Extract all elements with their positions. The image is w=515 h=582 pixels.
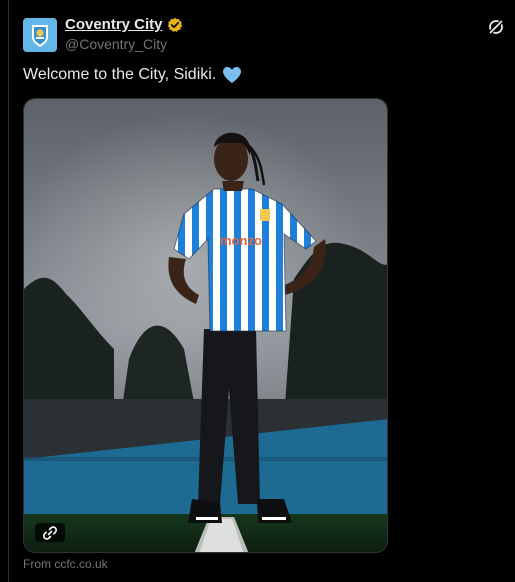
tweet-body: Welcome to the City, Sidiki.	[23, 66, 217, 83]
author-handle[interactable]: @Coventry_City	[65, 36, 167, 52]
link-source[interactable]: From ccfc.co.uk	[23, 557, 108, 571]
avatar[interactable]	[23, 18, 57, 52]
author-display-name[interactable]: Coventry City	[65, 16, 163, 33]
coventry-crest-icon	[23, 18, 57, 52]
tweet-photo[interactable]: monzo	[23, 98, 388, 553]
link-icon	[43, 525, 57, 540]
grok-icon[interactable]	[487, 18, 505, 36]
link-chip[interactable]	[35, 523, 65, 542]
verified-badge-icon	[167, 17, 182, 32]
shirt-sponsor-text: monzo	[220, 233, 262, 248]
tweet-text: Welcome to the City, Sidiki.	[23, 66, 242, 84]
light-blue-heart-icon	[223, 67, 242, 83]
player-photo: monzo	[24, 99, 387, 552]
tweet-card[interactable]: Coventry City @Coventry_City Welcome to …	[8, 0, 515, 582]
